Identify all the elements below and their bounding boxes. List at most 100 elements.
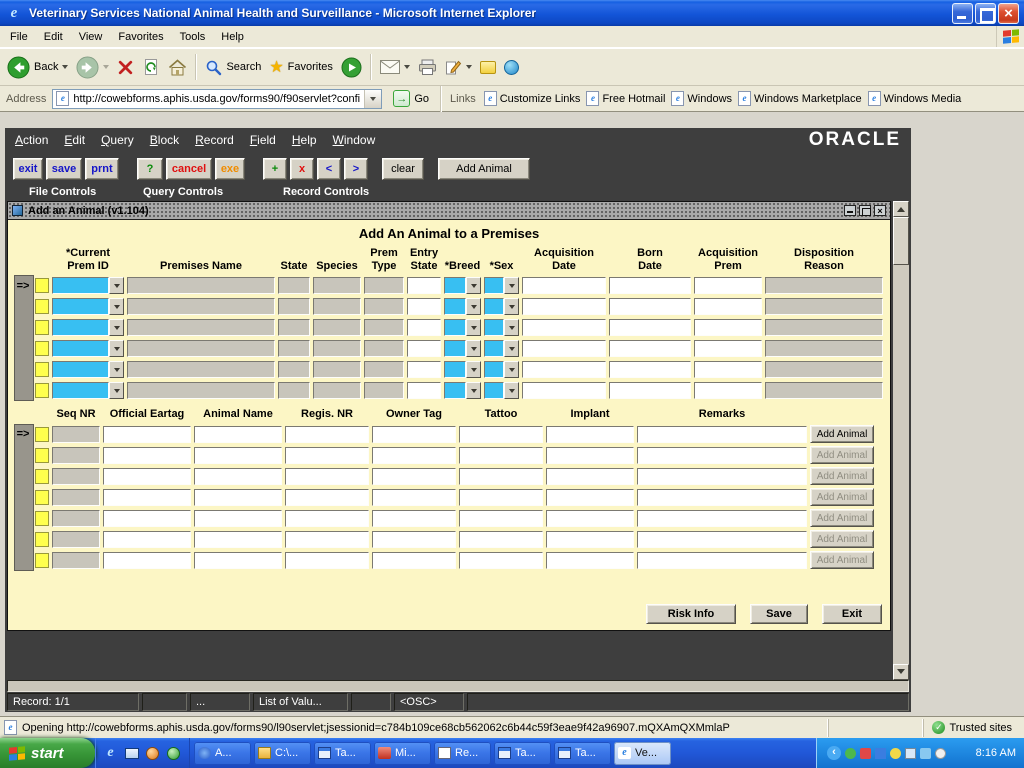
acquisition-prem-field[interactable] — [694, 382, 762, 399]
menu-view[interactable]: View — [71, 28, 111, 46]
form-vertical-scrollbar[interactable] — [893, 201, 909, 680]
scroll-thumb[interactable] — [893, 217, 909, 265]
implant-field[interactable] — [546, 531, 634, 548]
animal-name-field[interactable] — [194, 510, 282, 527]
acquisition-date-field[interactable] — [522, 340, 606, 357]
link-customize-links[interactable]: Customize Links — [484, 91, 581, 106]
help-button[interactable]: ? — [137, 158, 163, 180]
taskbar-window-6[interactable]: Ta... — [494, 742, 551, 765]
tray-icon-7[interactable] — [935, 748, 946, 759]
add-animal-row-button[interactable]: Add Animal — [810, 467, 874, 485]
menu-file[interactable]: File — [2, 28, 36, 46]
row-marker[interactable] — [35, 511, 49, 526]
media-button[interactable] — [341, 57, 362, 78]
current-prem-id-field[interactable] — [52, 382, 109, 399]
forward-button[interactable] — [76, 56, 109, 79]
link-free-hotmail[interactable]: Free Hotmail — [586, 91, 665, 106]
current-prem-id-field[interactable] — [52, 319, 109, 336]
forward-dropdown-icon[interactable] — [103, 65, 109, 69]
sex-dropdown-button[interactable] — [504, 298, 519, 315]
tray-icon-1[interactable] — [845, 748, 856, 759]
owner-tag-field[interactable] — [372, 552, 456, 569]
owner-tag-field[interactable] — [372, 468, 456, 485]
implant-field[interactable] — [546, 426, 634, 443]
next-record-button[interactable]: > — [344, 158, 368, 180]
save-form-button[interactable]: Save — [750, 604, 808, 624]
born-date-field[interactable] — [609, 298, 691, 315]
tattoo-field[interactable] — [459, 531, 543, 548]
discuss-button[interactable] — [480, 61, 496, 74]
born-date-field[interactable] — [609, 277, 691, 294]
insert-record-button[interactable]: + — [263, 158, 287, 180]
sex-field[interactable] — [484, 340, 504, 357]
breed-dropdown-button[interactable] — [466, 382, 481, 399]
sex-field[interactable] — [484, 319, 504, 336]
sex-dropdown-button[interactable] — [504, 340, 519, 357]
taskbar-window-4[interactable]: Mi... — [374, 742, 431, 765]
address-dropdown-button[interactable] — [364, 90, 381, 108]
acquisition-prem-field[interactable] — [694, 361, 762, 378]
oracle-menu-block[interactable]: Block — [150, 133, 179, 147]
taskbar-window-3[interactable]: Ta... — [314, 742, 371, 765]
breed-field[interactable] — [444, 382, 466, 399]
tattoo-field[interactable] — [459, 468, 543, 485]
entry-state-field[interactable] — [407, 277, 441, 294]
prem-id-dropdown-button[interactable] — [109, 340, 124, 357]
add-animal-row-button[interactable]: Add Animal — [810, 509, 874, 527]
sex-field[interactable] — [484, 382, 504, 399]
implant-field[interactable] — [546, 468, 634, 485]
scroll-down-button[interactable] — [893, 664, 909, 680]
official-eartag-field[interactable] — [103, 531, 191, 548]
sex-field[interactable] — [484, 361, 504, 378]
remarks-field[interactable] — [637, 447, 807, 464]
execute-button[interactable]: exe — [215, 158, 245, 180]
entry-state-field[interactable] — [407, 382, 441, 399]
row-marker[interactable] — [35, 320, 49, 335]
regis-nr-field[interactable] — [285, 510, 369, 527]
breed-dropdown-button[interactable] — [466, 277, 481, 294]
tray-icon-4[interactable] — [890, 748, 901, 759]
taskbar-window-2[interactable]: C:\... — [254, 742, 311, 765]
link-windows[interactable]: Windows — [671, 91, 732, 106]
implant-field[interactable] — [546, 552, 634, 569]
implant-field[interactable] — [546, 510, 634, 527]
stop-button[interactable] — [117, 59, 134, 76]
back-button[interactable]: Back — [7, 56, 68, 79]
save-button[interactable]: save — [46, 158, 82, 180]
tattoo-field[interactable] — [459, 447, 543, 464]
remarks-field[interactable] — [637, 468, 807, 485]
row-marker[interactable] — [35, 362, 49, 377]
owner-tag-field[interactable] — [372, 447, 456, 464]
form-close-icon[interactable] — [874, 205, 886, 216]
home-button[interactable] — [168, 59, 187, 76]
oracle-menu-edit[interactable]: Edit — [64, 133, 85, 147]
risk-info-button[interactable]: Risk Info — [646, 604, 736, 624]
implant-field[interactable] — [546, 447, 634, 464]
add-animal-toolbar-button[interactable]: Add Animal — [438, 158, 530, 180]
row-marker[interactable] — [35, 341, 49, 356]
acquisition-prem-field[interactable] — [694, 319, 762, 336]
add-animal-row-button[interactable]: Add Animal — [810, 425, 874, 443]
animal-name-field[interactable] — [194, 468, 282, 485]
regis-nr-field[interactable] — [285, 468, 369, 485]
address-input[interactable]: http://cowebforms.aphis.usda.gov/forms90… — [52, 89, 382, 109]
official-eartag-field[interactable] — [103, 489, 191, 506]
hide-icons-chevron[interactable] — [827, 746, 841, 760]
sex-dropdown-button[interactable] — [504, 319, 519, 336]
entry-state-field[interactable] — [407, 340, 441, 357]
entry-state-field[interactable] — [407, 319, 441, 336]
tray-icon-2[interactable] — [860, 748, 871, 759]
quicklaunch-media-player-icon[interactable] — [145, 746, 160, 760]
prem-id-dropdown-button[interactable] — [109, 298, 124, 315]
form-minimize-icon[interactable] — [844, 205, 856, 216]
entry-state-field[interactable] — [407, 361, 441, 378]
prem-id-dropdown-button[interactable] — [109, 319, 124, 336]
breed-field[interactable] — [444, 319, 466, 336]
official-eartag-field[interactable] — [103, 468, 191, 485]
tray-icon-6[interactable] — [920, 748, 931, 759]
tattoo-field[interactable] — [459, 426, 543, 443]
taskbar-window-8-active[interactable]: Ve... — [614, 742, 671, 765]
owner-tag-field[interactable] — [372, 510, 456, 527]
breed-field[interactable] — [444, 361, 466, 378]
remarks-field[interactable] — [637, 531, 807, 548]
